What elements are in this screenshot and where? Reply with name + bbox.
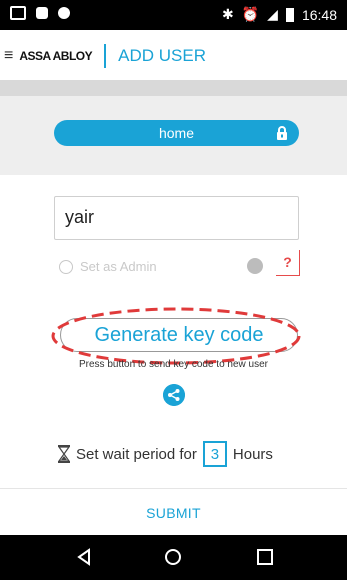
wait-period-row: Set wait period for 3 Hours <box>58 441 273 467</box>
status-left-icons <box>10 6 70 20</box>
wait-prefix: Set wait period for <box>76 445 197 463</box>
battery-icon <box>285 7 294 22</box>
status-right-icons: ✱ ⏰ ◢ 16:48 <box>222 6 337 23</box>
brand-logo: ASSA ABLOY <box>19 49 93 63</box>
app-header: ≡ ASSA ABLOY ADD USER <box>0 30 347 80</box>
wait-hours-input[interactable]: 3 <box>202 441 227 467</box>
admin-label: Set as Admin <box>80 259 157 274</box>
hourglass-icon <box>58 445 70 463</box>
recents-icon[interactable] <box>256 548 274 566</box>
back-icon[interactable] <box>75 548 93 566</box>
menu-icon[interactable]: ≡ <box>4 48 13 64</box>
status-time: 16:48 <box>301 6 337 23</box>
username-field[interactable]: yair <box>54 196 299 240</box>
home-icon[interactable] <box>164 548 182 566</box>
info-icon[interactable] <box>247 258 263 274</box>
generate-hint: Press button to send key code to new use… <box>79 359 268 370</box>
header-band <box>0 80 347 96</box>
alarm-icon: ⏰ <box>241 6 260 22</box>
page-title: ADD USER <box>118 46 206 65</box>
admin-radio[interactable] <box>59 260 73 274</box>
circle-icon <box>58 7 70 19</box>
bluetooth-icon: ✱ <box>222 6 234 22</box>
share-icon[interactable] <box>163 384 185 406</box>
app-icon <box>36 7 48 19</box>
lock-selector-label: home <box>158 125 195 141</box>
lock-icon <box>277 126 287 140</box>
status-bar: ✱ ⏰ ◢ 16:48 <box>0 0 347 30</box>
screen-icon <box>10 6 26 20</box>
help-button[interactable]: ? <box>276 250 300 276</box>
lock-selector[interactable]: home <box>54 120 299 146</box>
brand: ≡ ASSA ABLOY ADD USER <box>4 44 206 68</box>
signal-icon: ◢ <box>267 6 278 22</box>
submit-button[interactable]: SUBMIT <box>0 505 347 521</box>
header-divider <box>104 44 107 68</box>
highlight-annotation <box>51 307 301 365</box>
divider <box>0 488 347 489</box>
wait-suffix: Hours <box>232 445 273 463</box>
navigation-bar <box>0 535 347 580</box>
